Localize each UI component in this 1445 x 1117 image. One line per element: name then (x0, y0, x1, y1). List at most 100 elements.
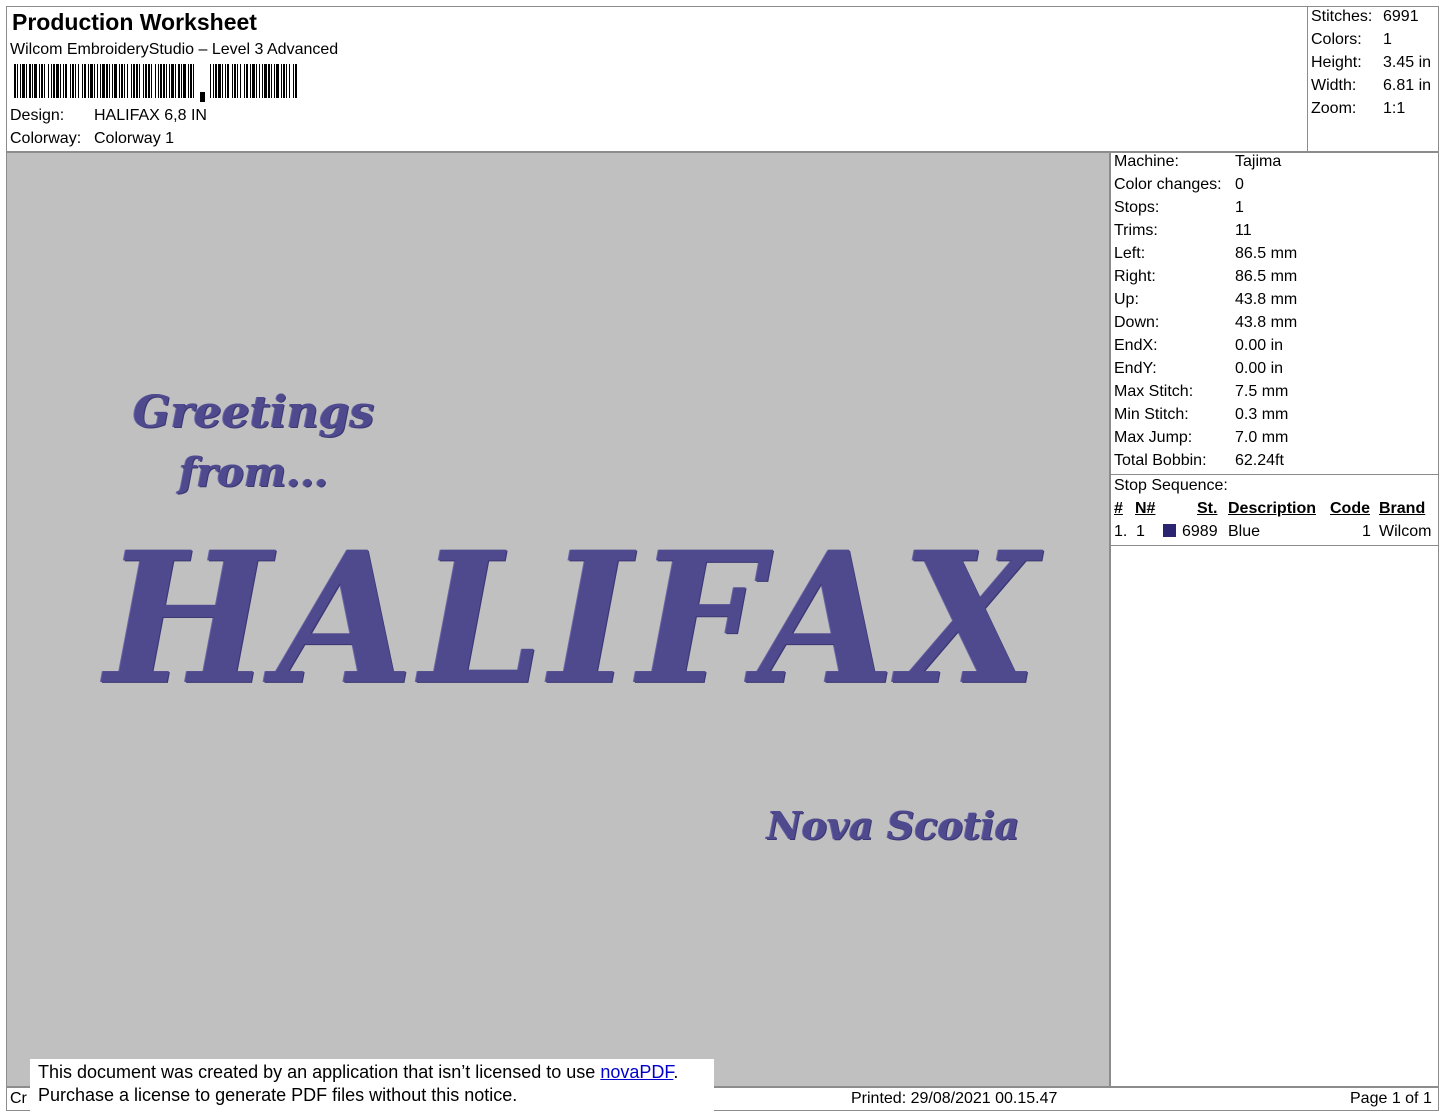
barcode-bar (262, 64, 263, 98)
barcode-bar (119, 64, 120, 98)
from-text: from... (179, 449, 329, 496)
barcode-bar (181, 64, 182, 98)
barcode-bar (227, 64, 229, 98)
barcode-separator (200, 92, 205, 102)
barcode-bar (264, 64, 267, 98)
machine-info-label: Max Stitch: (1114, 383, 1194, 400)
barcode-bar (14, 64, 16, 98)
nova-scotia-text: Nova Scotia (767, 803, 1020, 848)
barcode-bar (97, 64, 98, 98)
machine-info-label: Min Stitch: (1114, 406, 1189, 423)
barcode-bar (100, 64, 101, 98)
barcode-bar (289, 64, 290, 98)
barcode-bar (210, 64, 211, 98)
barcode-bar (84, 64, 86, 98)
barcode-bar (60, 64, 61, 98)
barcode-bar (53, 64, 55, 98)
barcode-bar (22, 64, 25, 98)
barcode-bar (193, 64, 194, 98)
barcode-bar (259, 64, 260, 98)
machine-info-value: 0.00 in (1235, 360, 1284, 377)
barcode-bar (29, 64, 31, 98)
summary-label: Stitches: (1311, 8, 1373, 25)
barcode-bar (51, 64, 52, 98)
machine-info-value: 0.3 mm (1235, 406, 1289, 423)
barcode-bar (183, 64, 186, 98)
greetings-text: Greetings (133, 387, 375, 438)
barcode-bar (26, 64, 27, 98)
barcode-bar (90, 64, 93, 98)
barcode-bar (163, 64, 165, 98)
machine-info-row: Up: 43.8 mm (1110, 291, 1439, 314)
barcode-bar (158, 64, 159, 98)
machine-info-row: EndY: 0.00 in (1110, 360, 1439, 383)
barcode-bar (234, 64, 236, 98)
thread-color-swatch (1163, 524, 1176, 537)
machine-info-label: Color changes: (1114, 176, 1222, 193)
barcode-bar (250, 64, 251, 98)
summary-row: Height: 3.45 in (1307, 54, 1439, 77)
summary-label: Zoom: (1311, 100, 1357, 117)
summary-value: 1:1 (1383, 100, 1406, 117)
notice-line-1: This document was created by an applicat… (38, 1061, 706, 1084)
stop-row-code: 1 (1362, 523, 1371, 540)
barcode-bar (190, 64, 192, 98)
summary-value: 1 (1383, 31, 1392, 48)
barcode-bar (293, 64, 294, 98)
machine-info-value: 0.00 in (1235, 337, 1284, 354)
machine-info-row: Stops: 1 (1110, 199, 1439, 222)
col-header-n: N# (1135, 500, 1156, 517)
barcode-bar (252, 64, 255, 98)
software-name: Wilcom EmbroideryStudio – Level 3 Advanc… (10, 41, 339, 58)
stop-row-description: Blue (1228, 523, 1261, 540)
barcode-bar (56, 64, 59, 98)
machine-info-row: Min Stitch: 0.3 mm (1110, 406, 1439, 429)
summary-label: Width: (1311, 77, 1357, 94)
barcode-bar (41, 64, 43, 98)
summary-row: Stitches: 6991 (1307, 8, 1439, 31)
barcode-bar (244, 64, 245, 98)
notice-text-after: . (673, 1062, 679, 1082)
design-label: Design: (10, 107, 65, 124)
notice-text-before: This document was created by an applicat… (38, 1062, 601, 1082)
barcode-bar (143, 64, 144, 98)
barcode-bar (166, 64, 167, 98)
barcode-bar (225, 64, 226, 98)
machine-info-label: Machine: (1114, 153, 1179, 170)
barcode-bar (232, 64, 233, 98)
barcode-bar (268, 64, 270, 98)
barcode (14, 64, 297, 102)
machine-info-value: 43.8 mm (1235, 314, 1298, 331)
novapdf-link[interactable]: novaPDF (600, 1062, 673, 1082)
machine-info-row: Right: 86.5 mm (1110, 268, 1439, 291)
barcode-bar (72, 64, 74, 98)
col-header-brand: Brand (1379, 500, 1426, 517)
stop-row-num: 1. (1114, 523, 1128, 540)
machine-info-row: Left: 86.5 mm (1110, 245, 1439, 268)
machine-info-row: Down: 43.8 mm (1110, 314, 1439, 337)
machine-info-label: Total Bobbin: (1114, 452, 1207, 469)
barcode-bar (124, 64, 125, 98)
machine-info-label: Down: (1114, 314, 1160, 331)
barcode-bar (94, 64, 95, 98)
barcode-bar (139, 64, 140, 98)
notice-line-2: Purchase a license to generate PDF files… (38, 1085, 518, 1105)
machine-info-row: Max Jump: 7.0 mm (1110, 429, 1439, 452)
barcode-bar (286, 64, 287, 98)
stop-row-brand: Wilcom (1379, 523, 1432, 540)
barcode-bar (102, 64, 105, 98)
license-notice: This document was created by an applicat… (30, 1059, 714, 1111)
machine-info-row: Max Stitch: 7.5 mm (1110, 383, 1439, 406)
halifax-text: HALIFAX (105, 511, 1044, 726)
barcode-bar (109, 64, 110, 98)
design-preview: Greetings from... HALIFAX Nova Scotia (6, 152, 1110, 1087)
barcode-bar (218, 64, 221, 98)
stop-row-stitches: 6989 (1182, 523, 1218, 540)
machine-info-row: Machine: Tajima (1110, 153, 1439, 176)
machine-info-value: 11 (1235, 222, 1252, 239)
barcode-bar (48, 64, 49, 98)
barcode-bar (114, 64, 117, 98)
barcode-bar (171, 64, 174, 98)
barcode-bar (188, 64, 189, 98)
barcode-bar (155, 64, 156, 98)
